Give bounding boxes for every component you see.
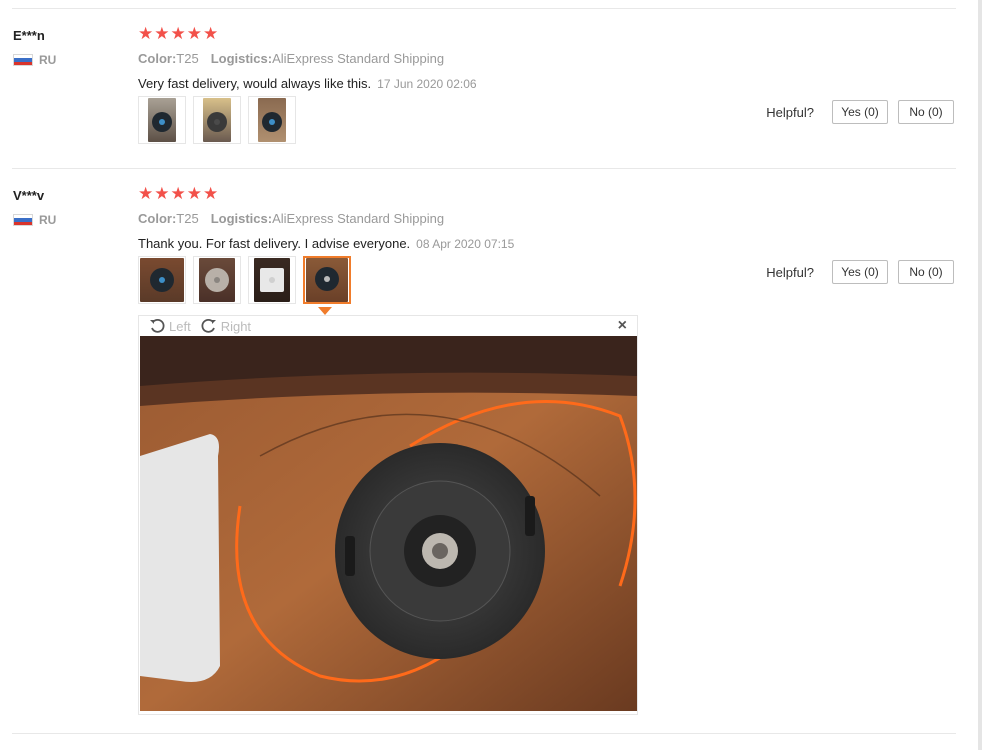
- review-text: Thank you. For fast delivery. I advise e…: [138, 236, 514, 251]
- review-photo-thumb[interactable]: [138, 96, 186, 144]
- logistics-label: Logistics:: [210, 211, 273, 226]
- page-scrollbar[interactable]: [978, 0, 982, 750]
- rotate-right-icon: [201, 318, 216, 333]
- review-photo-large: [140, 336, 637, 711]
- review-date: 08 Apr 2020 07:15: [416, 237, 515, 251]
- divider: [12, 733, 956, 734]
- rotate-left-label: Left: [169, 318, 191, 334]
- country-code: RU: [39, 53, 57, 67]
- review-photo-thumb[interactable]: [193, 256, 241, 304]
- review-photo-thumb[interactable]: [193, 96, 241, 144]
- review-date: 17 Jun 2020 02:06: [377, 77, 477, 91]
- rotate-left-button[interactable]: Left: [149, 318, 191, 334]
- review-photo-thumb-selected[interactable]: [303, 256, 351, 304]
- photo-viewer: Left Right ×: [138, 315, 638, 715]
- color-value: T25: [176, 211, 199, 226]
- close-icon[interactable]: ×: [618, 317, 627, 335]
- review-photo-thumb[interactable]: [138, 256, 186, 304]
- reviewer-name: E***n: [13, 28, 45, 43]
- helpful-no-button[interactable]: No (0): [898, 100, 954, 124]
- rotate-right-button[interactable]: Right: [201, 318, 251, 334]
- helpful-no-button[interactable]: No (0): [898, 260, 954, 284]
- helpful-label: Helpful?: [766, 104, 814, 120]
- color-label: Color:: [138, 51, 177, 66]
- color-label: Color:: [138, 211, 177, 226]
- logistics-label: Logistics:: [210, 51, 273, 66]
- logistics-value: AliExpress Standard Shipping: [272, 211, 445, 226]
- russia-flag-icon: [13, 214, 33, 226]
- review-text: Very fast delivery, would always like th…: [138, 76, 477, 91]
- country-code: RU: [39, 213, 57, 227]
- logistics-value: AliExpress Standard Shipping: [272, 51, 445, 66]
- photo-viewer-toolbar: Left Right ×: [139, 316, 637, 336]
- review-photos: [138, 256, 358, 304]
- star-rating: ★★★★★: [138, 184, 220, 203]
- review-attributes: Color:T25 Logistics:AliExpress Standard S…: [138, 51, 444, 66]
- reviewer-country: RU: [13, 53, 56, 67]
- review-photo-thumb[interactable]: [248, 256, 296, 304]
- helpful-yes-button[interactable]: Yes (0): [832, 260, 888, 284]
- star-rating: ★★★★★: [138, 24, 220, 43]
- reviewer-country: RU: [13, 213, 56, 227]
- review-content: Very fast delivery, would always like th…: [138, 76, 372, 91]
- review-content: Thank you. For fast delivery. I advise e…: [138, 236, 411, 251]
- review-photos: [138, 96, 303, 144]
- rotate-left-icon: [150, 318, 165, 333]
- review-photo-thumb[interactable]: [248, 96, 296, 144]
- helpful-label: Helpful?: [766, 264, 814, 280]
- divider: [12, 8, 956, 9]
- selected-photo-pointer: [318, 307, 332, 315]
- rotate-right-label: Right: [220, 318, 252, 334]
- russia-flag-icon: [13, 54, 33, 66]
- helpful-section: Helpful? Yes (0) No (0): [766, 100, 954, 124]
- helpful-yes-button[interactable]: Yes (0): [832, 100, 888, 124]
- divider: [12, 168, 956, 169]
- color-value: T25: [176, 51, 199, 66]
- reviewer-name: V***v: [13, 188, 45, 203]
- helpful-section: Helpful? Yes (0) No (0): [766, 260, 954, 284]
- review-attributes: Color:T25 Logistics:AliExpress Standard S…: [138, 211, 444, 226]
